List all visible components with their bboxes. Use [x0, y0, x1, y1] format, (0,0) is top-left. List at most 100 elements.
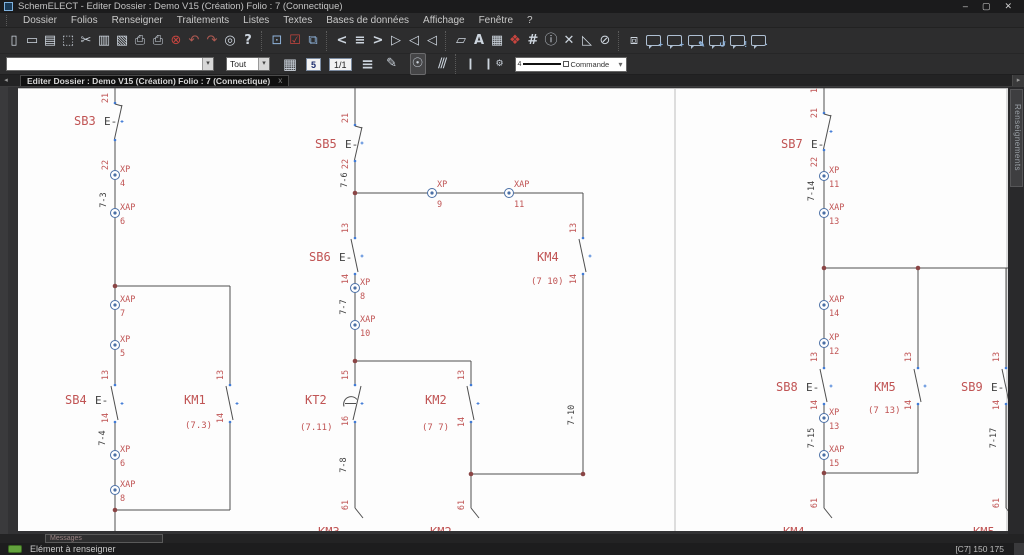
menu-bases-de-donnees[interactable]: Bases de données	[319, 15, 416, 26]
left-scrollbar[interactable]	[0, 87, 8, 534]
resize-grip[interactable]	[1014, 543, 1024, 555]
next-folio-icon[interactable]: >	[370, 31, 386, 51]
new-file-icon[interactable]: ▯	[6, 31, 22, 51]
grid-toggle-icon[interactable]: ▦	[282, 54, 298, 74]
tab-scroll-right-icon[interactable]: ▸	[1012, 75, 1024, 86]
previous-folio-icon[interactable]: <	[334, 31, 350, 51]
redo-icon[interactable]: ↷	[204, 31, 220, 51]
schematic-svg[interactable]: XP4XAP6XAP7XP5XP6XAP8XP9XAP11XP8XAP10XP1…	[18, 88, 1008, 531]
window-check-icon[interactable]: ☑	[287, 31, 303, 51]
active-document-tab[interactable]: Editer Dossier : Demo V15 (Création) Fol…	[20, 75, 289, 86]
shapes-icon[interactable]: ▱	[453, 31, 469, 51]
schematic-label: 14	[216, 413, 226, 423]
pointer-select-icon[interactable]: ◁	[406, 31, 422, 51]
hide-icon[interactable]: ⊘	[597, 31, 613, 51]
menu-fenetre[interactable]: Fenêtre	[472, 15, 520, 26]
wire[interactable]	[355, 508, 363, 518]
page-counter[interactable]: 1/1	[329, 58, 352, 71]
km1-contact[interactable]	[226, 386, 233, 420]
sb3-contact[interactable]	[115, 104, 122, 106]
save-icon[interactable]: ▤	[42, 31, 58, 51]
title-bar[interactable]: SchemELECT - Editer Dossier : Demo V15 (…	[0, 0, 1024, 13]
drawing-canvas[interactable]: XP4XAP6XAP7XP5XP6XAP8XP9XAP11XP8XAP10XP1…	[0, 87, 1024, 534]
menu-help[interactable]: ?	[520, 15, 540, 26]
sb4-contact[interactable]	[111, 386, 118, 420]
menu-traitements[interactable]: Traitements	[170, 15, 236, 26]
maximize-button[interactable]: ▢	[982, 1, 991, 12]
symbol-combo-input[interactable]	[7, 58, 202, 70]
xp-8-label: XP	[360, 278, 370, 288]
filter-value: Tout	[227, 59, 258, 69]
menu-listes[interactable]: Listes	[236, 15, 276, 26]
grid-step-value[interactable]: 5	[306, 58, 321, 71]
km5-contact[interactable]	[914, 369, 921, 402]
sb8-contact[interactable]	[820, 369, 827, 402]
setsquare-icon[interactable]: ◺	[579, 31, 595, 51]
draw-pencil-icon[interactable]: ✎	[384, 54, 400, 74]
menu-textes[interactable]: Textes	[276, 15, 319, 26]
grid-icon[interactable]: #	[525, 31, 541, 51]
print-icon[interactable]: ⎙	[132, 31, 148, 51]
undo-icon[interactable]: ↶	[186, 31, 202, 51]
sb5-contact-terminal	[354, 160, 357, 163]
filter-select[interactable]: Tout ▾	[226, 57, 270, 71]
pointer-icon[interactable]: ▷	[388, 31, 404, 51]
annotation-alert-icon[interactable]: !	[730, 35, 745, 46]
renseignements-panel-tab[interactable]: Renseignements	[1010, 89, 1023, 187]
window-icon[interactable]: ⊡	[269, 31, 285, 51]
delete-icon[interactable]: ✕	[561, 31, 577, 51]
clipboard-icon[interactable]: ⧈	[626, 31, 642, 51]
symbol-combo-drop-icon[interactable]: ▾	[202, 58, 213, 70]
wire[interactable]	[824, 508, 832, 518]
xp-4-label: XP	[120, 165, 130, 175]
menu-dossier[interactable]: Dossier	[16, 15, 64, 26]
xap-10-connector-pin	[353, 323, 356, 326]
print-setup-icon[interactable]: ⎙	[150, 31, 166, 51]
menu-renseigner[interactable]: Renseigner	[105, 15, 170, 26]
record-icon[interactable]: ◎	[222, 31, 238, 51]
menu-folios[interactable]: Folios	[64, 15, 105, 26]
close-button[interactable]: ✕	[1004, 1, 1012, 12]
messages-tab[interactable]: Messages	[45, 534, 163, 543]
schematic-page[interactable]: XP4XAP6XAP7XP5XP6XAP8XP9XAP11XP8XAP10XP1…	[18, 88, 1008, 531]
help-icon[interactable]: ?	[240, 31, 256, 51]
copy-icon[interactable]: ▥	[96, 31, 112, 51]
wire[interactable]	[471, 508, 479, 518]
open-folder-icon[interactable]: ▭	[24, 31, 40, 51]
sb7-contact[interactable]	[824, 115, 832, 149]
xap-7-label: XAP	[120, 295, 135, 305]
wire-tool-icon[interactable]: ❙	[463, 54, 479, 74]
km4-contact[interactable]	[579, 239, 586, 272]
layers-menu-icon[interactable]: ≡	[360, 54, 376, 74]
menu-affichage[interactable]: Affichage	[416, 15, 472, 26]
pointer-pan-icon[interactable]: ◁	[424, 31, 440, 51]
table-icon[interactable]: ▦	[489, 31, 505, 51]
annotation-icon[interactable]: ·	[751, 35, 766, 46]
annotation-refresh-icon[interactable]: ↺	[709, 35, 724, 46]
cancel-icon[interactable]: ⊗	[168, 31, 184, 51]
minimize-button[interactable]: –	[963, 1, 968, 12]
window-cascade-icon[interactable]: ⧉	[305, 31, 321, 51]
kt2-contact-timer-arc[interactable]	[344, 397, 357, 407]
tab-close-icon[interactable]: x	[278, 76, 282, 86]
folio-list-icon[interactable]: ≡	[352, 31, 368, 51]
sb6-contact-terminal	[354, 273, 357, 276]
xp-11-connector-pin	[822, 174, 825, 177]
lamp-icon[interactable]: ☉	[410, 53, 426, 75]
line-style-select[interactable]: 4 Commande ▾	[515, 57, 627, 72]
annotation-new-icon[interactable]: +	[667, 35, 682, 46]
selection-marquee-icon[interactable]: ⬚	[60, 31, 76, 51]
text-icon[interactable]: A	[471, 31, 487, 51]
symbol-icon[interactable]: ❖	[507, 31, 523, 51]
annotation-add-icon[interactable]: +	[646, 35, 661, 46]
sb5-contact[interactable]	[355, 126, 362, 128]
km2-contact[interactable]	[467, 386, 474, 420]
sb7-contact[interactable]	[824, 114, 831, 116]
annotation-edit-icon[interactable]: ✎	[688, 35, 703, 46]
info-icon[interactable]: ⓘ	[543, 31, 559, 51]
cut-icon[interactable]: ✂	[78, 31, 94, 51]
paste-icon[interactable]: ▧	[114, 31, 130, 51]
km4-contact-terminal	[582, 273, 585, 276]
library-books-icon[interactable]: ∕∕∕	[434, 54, 450, 74]
tab-scroll-left-icon[interactable]: ◂	[0, 75, 12, 86]
